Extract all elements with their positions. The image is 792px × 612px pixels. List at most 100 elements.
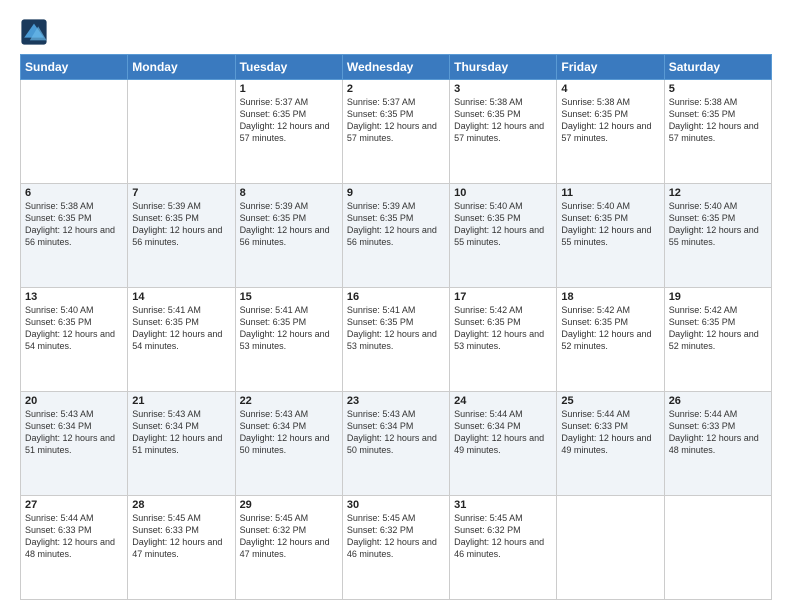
day-number: 2 <box>347 83 445 95</box>
calendar-cell: 25Sunrise: 5:44 AMSunset: 6:33 PMDayligh… <box>557 392 664 496</box>
header-thursday: Thursday <box>450 55 557 80</box>
logo-icon <box>20 18 48 46</box>
day-number: 17 <box>454 291 552 303</box>
day-info: Sunrise: 5:43 AMSunset: 6:34 PMDaylight:… <box>132 408 230 457</box>
calendar-cell: 13Sunrise: 5:40 AMSunset: 6:35 PMDayligh… <box>21 288 128 392</box>
day-number: 6 <box>25 187 123 199</box>
calendar-week-row: 6Sunrise: 5:38 AMSunset: 6:35 PMDaylight… <box>21 184 772 288</box>
day-info: Sunrise: 5:38 AMSunset: 6:35 PMDaylight:… <box>669 96 767 145</box>
day-info: Sunrise: 5:45 AMSunset: 6:33 PMDaylight:… <box>132 512 230 561</box>
day-number: 30 <box>347 499 445 511</box>
calendar-cell: 19Sunrise: 5:42 AMSunset: 6:35 PMDayligh… <box>664 288 771 392</box>
calendar-cell: 22Sunrise: 5:43 AMSunset: 6:34 PMDayligh… <box>235 392 342 496</box>
day-info: Sunrise: 5:39 AMSunset: 6:35 PMDaylight:… <box>132 200 230 249</box>
day-number: 28 <box>132 499 230 511</box>
calendar-week-row: 1Sunrise: 5:37 AMSunset: 6:35 PMDaylight… <box>21 80 772 184</box>
day-number: 31 <box>454 499 552 511</box>
day-info: Sunrise: 5:43 AMSunset: 6:34 PMDaylight:… <box>240 408 338 457</box>
day-number: 4 <box>561 83 659 95</box>
day-info: Sunrise: 5:42 AMSunset: 6:35 PMDaylight:… <box>454 304 552 353</box>
day-info: Sunrise: 5:44 AMSunset: 6:34 PMDaylight:… <box>454 408 552 457</box>
calendar-cell: 21Sunrise: 5:43 AMSunset: 6:34 PMDayligh… <box>128 392 235 496</box>
day-info: Sunrise: 5:45 AMSunset: 6:32 PMDaylight:… <box>347 512 445 561</box>
day-info: Sunrise: 5:42 AMSunset: 6:35 PMDaylight:… <box>669 304 767 353</box>
calendar-cell: 26Sunrise: 5:44 AMSunset: 6:33 PMDayligh… <box>664 392 771 496</box>
calendar-header-row: SundayMondayTuesdayWednesdayThursdayFrid… <box>21 55 772 80</box>
calendar-table: SundayMondayTuesdayWednesdayThursdayFrid… <box>20 54 772 600</box>
calendar-cell: 12Sunrise: 5:40 AMSunset: 6:35 PMDayligh… <box>664 184 771 288</box>
calendar-cell <box>128 80 235 184</box>
calendar-cell: 10Sunrise: 5:40 AMSunset: 6:35 PMDayligh… <box>450 184 557 288</box>
day-info: Sunrise: 5:42 AMSunset: 6:35 PMDaylight:… <box>561 304 659 353</box>
day-number: 25 <box>561 395 659 407</box>
day-number: 19 <box>669 291 767 303</box>
day-number: 13 <box>25 291 123 303</box>
day-number: 18 <box>561 291 659 303</box>
day-number: 26 <box>669 395 767 407</box>
day-number: 10 <box>454 187 552 199</box>
calendar-cell: 17Sunrise: 5:42 AMSunset: 6:35 PMDayligh… <box>450 288 557 392</box>
calendar-cell <box>557 496 664 600</box>
calendar-cell: 3Sunrise: 5:38 AMSunset: 6:35 PMDaylight… <box>450 80 557 184</box>
day-number: 9 <box>347 187 445 199</box>
calendar-cell <box>21 80 128 184</box>
calendar-cell: 2Sunrise: 5:37 AMSunset: 6:35 PMDaylight… <box>342 80 449 184</box>
calendar-cell: 20Sunrise: 5:43 AMSunset: 6:34 PMDayligh… <box>21 392 128 496</box>
day-info: Sunrise: 5:38 AMSunset: 6:35 PMDaylight:… <box>454 96 552 145</box>
calendar-cell: 27Sunrise: 5:44 AMSunset: 6:33 PMDayligh… <box>21 496 128 600</box>
header-saturday: Saturday <box>664 55 771 80</box>
calendar-cell <box>664 496 771 600</box>
calendar-cell: 18Sunrise: 5:42 AMSunset: 6:35 PMDayligh… <box>557 288 664 392</box>
header-friday: Friday <box>557 55 664 80</box>
day-info: Sunrise: 5:40 AMSunset: 6:35 PMDaylight:… <box>25 304 123 353</box>
calendar-cell: 5Sunrise: 5:38 AMSunset: 6:35 PMDaylight… <box>664 80 771 184</box>
header-tuesday: Tuesday <box>235 55 342 80</box>
day-info: Sunrise: 5:44 AMSunset: 6:33 PMDaylight:… <box>25 512 123 561</box>
day-info: Sunrise: 5:38 AMSunset: 6:35 PMDaylight:… <box>25 200 123 249</box>
calendar-cell: 4Sunrise: 5:38 AMSunset: 6:35 PMDaylight… <box>557 80 664 184</box>
calendar-cell: 1Sunrise: 5:37 AMSunset: 6:35 PMDaylight… <box>235 80 342 184</box>
day-number: 8 <box>240 187 338 199</box>
day-info: Sunrise: 5:40 AMSunset: 6:35 PMDaylight:… <box>669 200 767 249</box>
day-number: 5 <box>669 83 767 95</box>
logo <box>20 18 50 46</box>
day-number: 7 <box>132 187 230 199</box>
calendar-cell: 9Sunrise: 5:39 AMSunset: 6:35 PMDaylight… <box>342 184 449 288</box>
calendar-cell: 7Sunrise: 5:39 AMSunset: 6:35 PMDaylight… <box>128 184 235 288</box>
calendar-cell: 23Sunrise: 5:43 AMSunset: 6:34 PMDayligh… <box>342 392 449 496</box>
day-number: 27 <box>25 499 123 511</box>
day-info: Sunrise: 5:37 AMSunset: 6:35 PMDaylight:… <box>240 96 338 145</box>
day-number: 14 <box>132 291 230 303</box>
day-info: Sunrise: 5:41 AMSunset: 6:35 PMDaylight:… <box>240 304 338 353</box>
header-wednesday: Wednesday <box>342 55 449 80</box>
calendar-cell: 14Sunrise: 5:41 AMSunset: 6:35 PMDayligh… <box>128 288 235 392</box>
calendar-week-row: 27Sunrise: 5:44 AMSunset: 6:33 PMDayligh… <box>21 496 772 600</box>
day-number: 21 <box>132 395 230 407</box>
header-sunday: Sunday <box>21 55 128 80</box>
calendar-cell: 11Sunrise: 5:40 AMSunset: 6:35 PMDayligh… <box>557 184 664 288</box>
day-info: Sunrise: 5:43 AMSunset: 6:34 PMDaylight:… <box>25 408 123 457</box>
day-info: Sunrise: 5:37 AMSunset: 6:35 PMDaylight:… <box>347 96 445 145</box>
day-number: 20 <box>25 395 123 407</box>
header <box>20 18 772 46</box>
day-number: 22 <box>240 395 338 407</box>
day-number: 23 <box>347 395 445 407</box>
day-number: 3 <box>454 83 552 95</box>
day-number: 16 <box>347 291 445 303</box>
day-info: Sunrise: 5:40 AMSunset: 6:35 PMDaylight:… <box>561 200 659 249</box>
calendar-cell: 30Sunrise: 5:45 AMSunset: 6:32 PMDayligh… <box>342 496 449 600</box>
day-number: 12 <box>669 187 767 199</box>
page: SundayMondayTuesdayWednesdayThursdayFrid… <box>0 0 792 612</box>
day-number: 29 <box>240 499 338 511</box>
calendar-cell: 28Sunrise: 5:45 AMSunset: 6:33 PMDayligh… <box>128 496 235 600</box>
day-info: Sunrise: 5:38 AMSunset: 6:35 PMDaylight:… <box>561 96 659 145</box>
day-info: Sunrise: 5:44 AMSunset: 6:33 PMDaylight:… <box>561 408 659 457</box>
day-info: Sunrise: 5:43 AMSunset: 6:34 PMDaylight:… <box>347 408 445 457</box>
day-info: Sunrise: 5:39 AMSunset: 6:35 PMDaylight:… <box>240 200 338 249</box>
day-info: Sunrise: 5:41 AMSunset: 6:35 PMDaylight:… <box>132 304 230 353</box>
day-info: Sunrise: 5:41 AMSunset: 6:35 PMDaylight:… <box>347 304 445 353</box>
day-info: Sunrise: 5:45 AMSunset: 6:32 PMDaylight:… <box>454 512 552 561</box>
day-info: Sunrise: 5:44 AMSunset: 6:33 PMDaylight:… <box>669 408 767 457</box>
day-info: Sunrise: 5:45 AMSunset: 6:32 PMDaylight:… <box>240 512 338 561</box>
day-info: Sunrise: 5:40 AMSunset: 6:35 PMDaylight:… <box>454 200 552 249</box>
